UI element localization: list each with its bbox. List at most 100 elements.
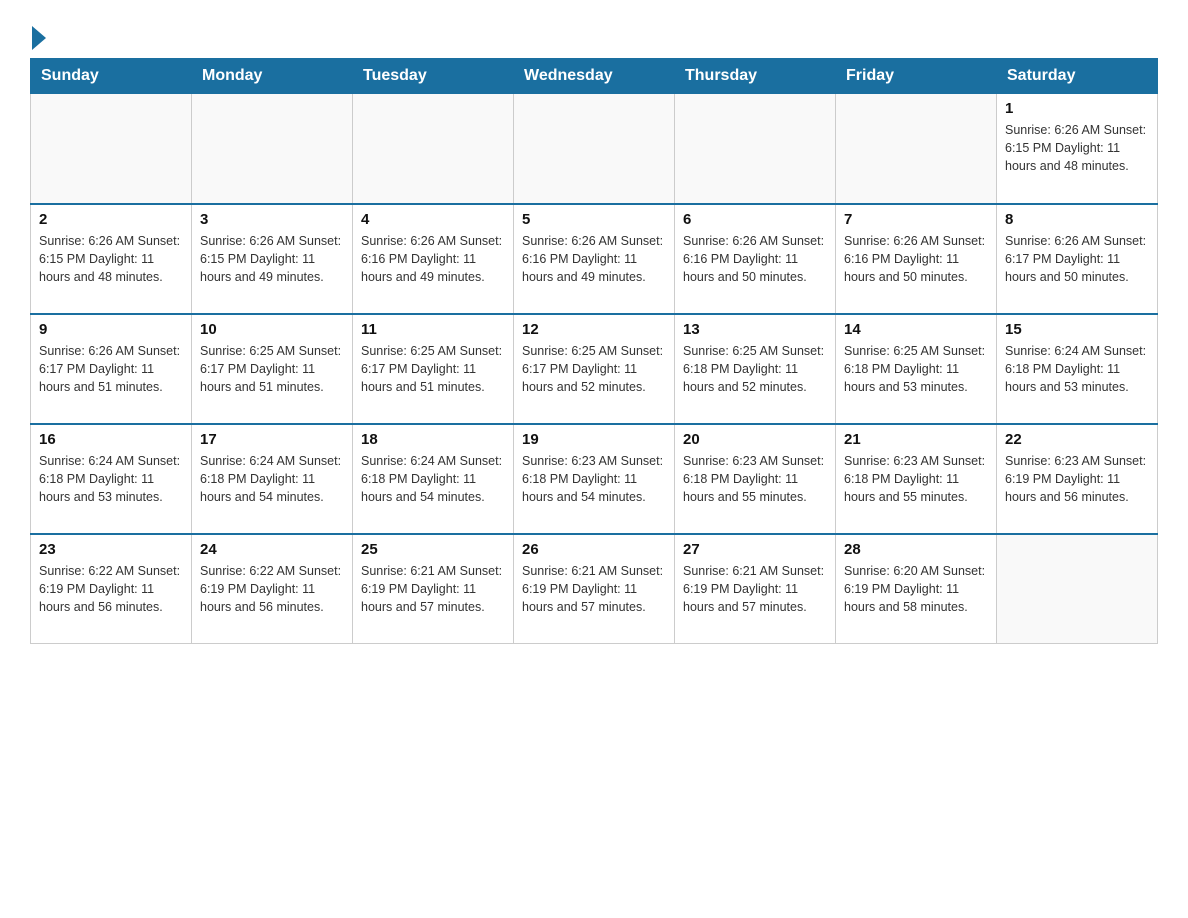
- calendar-cell: 2 Sunrise: 6:26 AM Sunset: 6:15 PM Daylig…: [31, 204, 192, 314]
- day-info: Sunrise: 6:23 AM Sunset: 6:18 PM Dayligh…: [683, 452, 827, 506]
- day-info: Sunrise: 6:26 AM Sunset: 6:16 PM Dayligh…: [844, 232, 988, 286]
- day-number: 6: [683, 211, 827, 228]
- calendar-cell: 25Sunrise: 6:21 AM Sunset: 6:19 PM Dayli…: [353, 534, 514, 644]
- day-info: Sunrise: 6:26 AM Sunset: 6:15 PM Dayligh…: [39, 232, 183, 286]
- calendar-day-header: Sunday: [31, 59, 192, 94]
- day-info: Sunrise: 6:24 AM Sunset: 6:18 PM Dayligh…: [361, 452, 505, 506]
- day-number: 5: [522, 211, 666, 228]
- calendar-cell: 26Sunrise: 6:21 AM Sunset: 6:19 PM Dayli…: [514, 534, 675, 644]
- day-number: 10: [200, 321, 344, 338]
- calendar-cell: 9 Sunrise: 6:26 AM Sunset: 6:17 PM Daylig…: [31, 314, 192, 424]
- calendar-day-header: Tuesday: [353, 59, 514, 94]
- calendar-cell: [31, 94, 192, 204]
- calendar-cell: 14 Sunrise: 6:25 AM Sunset: 6:18 PM Dayli…: [836, 314, 997, 424]
- calendar-day-header: Monday: [192, 59, 353, 94]
- logo-arrow-icon: [32, 26, 46, 50]
- day-number: 2: [39, 211, 183, 228]
- calendar-cell: 1 Sunrise: 6:26 AM Sunset: 6:15 PM Daylig…: [997, 94, 1158, 204]
- calendar-week-row: 1 Sunrise: 6:26 AM Sunset: 6:15 PM Daylig…: [31, 94, 1158, 204]
- calendar-cell: [514, 94, 675, 204]
- day-number: 18: [361, 431, 505, 448]
- day-number: 12: [522, 321, 666, 338]
- day-info: Sunrise: 6:20 AM Sunset: 6:19 PM Dayligh…: [844, 562, 988, 616]
- calendar-cell: 21 Sunrise: 6:23 AM Sunset: 6:18 PM Dayli…: [836, 424, 997, 534]
- day-number: 15: [1005, 321, 1149, 338]
- calendar-cell: 20 Sunrise: 6:23 AM Sunset: 6:18 PM Dayli…: [675, 424, 836, 534]
- calendar-cell: 4 Sunrise: 6:26 AM Sunset: 6:16 PM Daylig…: [353, 204, 514, 314]
- calendar-cell: 15 Sunrise: 6:24 AM Sunset: 6:18 PM Dayli…: [997, 314, 1158, 424]
- day-number: 8: [1005, 211, 1149, 228]
- calendar-cell: [192, 94, 353, 204]
- calendar-day-header: Saturday: [997, 59, 1158, 94]
- day-number: 19: [522, 431, 666, 448]
- day-number: 3: [200, 211, 344, 228]
- day-info: Sunrise: 6:24 AM Sunset: 6:18 PM Dayligh…: [1005, 342, 1149, 396]
- calendar-cell: [353, 94, 514, 204]
- calendar-cell: 7Sunrise: 6:26 AM Sunset: 6:16 PM Daylig…: [836, 204, 997, 314]
- page-header: [30, 24, 1158, 48]
- day-info: Sunrise: 6:26 AM Sunset: 6:16 PM Dayligh…: [361, 232, 505, 286]
- calendar-cell: [836, 94, 997, 204]
- calendar-header-row: SundayMondayTuesdayWednesdayThursdayFrid…: [31, 59, 1158, 94]
- day-info: Sunrise: 6:23 AM Sunset: 6:19 PM Dayligh…: [1005, 452, 1149, 506]
- calendar-day-header: Wednesday: [514, 59, 675, 94]
- calendar-cell: 27 Sunrise: 6:21 AM Sunset: 6:19 PM Dayli…: [675, 534, 836, 644]
- calendar-cell: 18 Sunrise: 6:24 AM Sunset: 6:18 PM Dayli…: [353, 424, 514, 534]
- day-info: Sunrise: 6:26 AM Sunset: 6:16 PM Dayligh…: [522, 232, 666, 286]
- calendar-table: SundayMondayTuesdayWednesdayThursdayFrid…: [30, 58, 1158, 644]
- day-number: 26: [522, 541, 666, 558]
- day-info: Sunrise: 6:22 AM Sunset: 6:19 PM Dayligh…: [39, 562, 183, 616]
- day-info: Sunrise: 6:26 AM Sunset: 6:16 PM Dayligh…: [683, 232, 827, 286]
- calendar-cell: [997, 534, 1158, 644]
- calendar-cell: 22 Sunrise: 6:23 AM Sunset: 6:19 PM Dayli…: [997, 424, 1158, 534]
- calendar-week-row: 2 Sunrise: 6:26 AM Sunset: 6:15 PM Daylig…: [31, 204, 1158, 314]
- calendar-cell: 8 Sunrise: 6:26 AM Sunset: 6:17 PM Daylig…: [997, 204, 1158, 314]
- calendar-cell: 19 Sunrise: 6:23 AM Sunset: 6:18 PM Dayli…: [514, 424, 675, 534]
- calendar-cell: 5 Sunrise: 6:26 AM Sunset: 6:16 PM Daylig…: [514, 204, 675, 314]
- calendar-cell: 3 Sunrise: 6:26 AM Sunset: 6:15 PM Daylig…: [192, 204, 353, 314]
- day-info: Sunrise: 6:22 AM Sunset: 6:19 PM Dayligh…: [200, 562, 344, 616]
- calendar-cell: 28 Sunrise: 6:20 AM Sunset: 6:19 PM Dayli…: [836, 534, 997, 644]
- calendar-day-header: Friday: [836, 59, 997, 94]
- day-number: 22: [1005, 431, 1149, 448]
- day-info: Sunrise: 6:26 AM Sunset: 6:15 PM Dayligh…: [1005, 121, 1149, 175]
- day-number: 4: [361, 211, 505, 228]
- calendar-cell: [675, 94, 836, 204]
- calendar-cell: 23 Sunrise: 6:22 AM Sunset: 6:19 PM Dayli…: [31, 534, 192, 644]
- day-number: 11: [361, 321, 505, 338]
- calendar-cell: 12Sunrise: 6:25 AM Sunset: 6:17 PM Dayli…: [514, 314, 675, 424]
- calendar-cell: 11 Sunrise: 6:25 AM Sunset: 6:17 PM Dayli…: [353, 314, 514, 424]
- day-number: 27: [683, 541, 827, 558]
- day-info: Sunrise: 6:23 AM Sunset: 6:18 PM Dayligh…: [522, 452, 666, 506]
- day-info: Sunrise: 6:26 AM Sunset: 6:15 PM Dayligh…: [200, 232, 344, 286]
- calendar-week-row: 9 Sunrise: 6:26 AM Sunset: 6:17 PM Daylig…: [31, 314, 1158, 424]
- logo: [30, 24, 46, 48]
- day-info: Sunrise: 6:25 AM Sunset: 6:18 PM Dayligh…: [844, 342, 988, 396]
- day-info: Sunrise: 6:24 AM Sunset: 6:18 PM Dayligh…: [39, 452, 183, 506]
- day-info: Sunrise: 6:21 AM Sunset: 6:19 PM Dayligh…: [683, 562, 827, 616]
- day-number: 17: [200, 431, 344, 448]
- day-info: Sunrise: 6:25 AM Sunset: 6:17 PM Dayligh…: [361, 342, 505, 396]
- day-number: 9: [39, 321, 183, 338]
- day-number: 21: [844, 431, 988, 448]
- day-info: Sunrise: 6:25 AM Sunset: 6:18 PM Dayligh…: [683, 342, 827, 396]
- day-info: Sunrise: 6:25 AM Sunset: 6:17 PM Dayligh…: [200, 342, 344, 396]
- day-number: 16: [39, 431, 183, 448]
- day-info: Sunrise: 6:26 AM Sunset: 6:17 PM Dayligh…: [39, 342, 183, 396]
- day-number: 13: [683, 321, 827, 338]
- calendar-day-header: Thursday: [675, 59, 836, 94]
- day-number: 20: [683, 431, 827, 448]
- day-info: Sunrise: 6:23 AM Sunset: 6:18 PM Dayligh…: [844, 452, 988, 506]
- calendar-cell: 13 Sunrise: 6:25 AM Sunset: 6:18 PM Dayli…: [675, 314, 836, 424]
- calendar-week-row: 16 Sunrise: 6:24 AM Sunset: 6:18 PM Dayli…: [31, 424, 1158, 534]
- calendar-cell: 6 Sunrise: 6:26 AM Sunset: 6:16 PM Daylig…: [675, 204, 836, 314]
- day-info: Sunrise: 6:21 AM Sunset: 6:19 PM Dayligh…: [361, 562, 505, 616]
- day-number: 14: [844, 321, 988, 338]
- day-number: 23: [39, 541, 183, 558]
- day-number: 28: [844, 541, 988, 558]
- day-info: Sunrise: 6:26 AM Sunset: 6:17 PM Dayligh…: [1005, 232, 1149, 286]
- calendar-cell: 24 Sunrise: 6:22 AM Sunset: 6:19 PM Dayli…: [192, 534, 353, 644]
- day-number: 1: [1005, 100, 1149, 117]
- calendar-cell: 17Sunrise: 6:24 AM Sunset: 6:18 PM Dayli…: [192, 424, 353, 534]
- day-number: 24: [200, 541, 344, 558]
